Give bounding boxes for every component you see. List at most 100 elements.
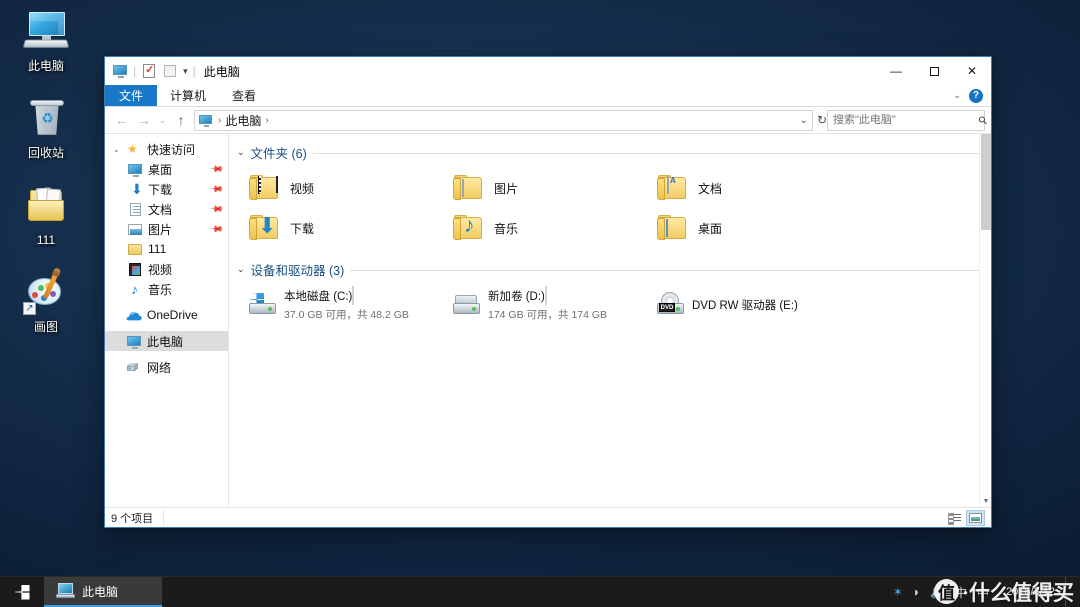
volume-icon[interactable]: 🔊 [930,585,945,599]
sidebar-item-music[interactable]: ♪ 音乐 [105,279,228,299]
system-tray[interactable]: ✶ ◗ 🔊 中 中 2016/3/12 [893,577,1080,607]
group-header-folders[interactable]: ⌄ 文件夹 (6) [229,134,991,162]
ime-chinese-icon[interactable]: 中 [955,584,967,601]
qat-divider: | [133,64,136,78]
tab-computer[interactable]: 计算机 [157,85,219,106]
breadcrumb-this-pc[interactable]: 此电脑 [225,112,261,129]
ime-mode-icon[interactable]: 中 [977,584,989,601]
forward-button[interactable]: → [133,109,155,131]
breadcrumb-separator[interactable]: › [265,115,268,126]
breadcrumb[interactable]: › 此电脑 › ⌄ [194,110,813,131]
list-item[interactable]: DVD DVD RW 驱动器 (E:) [651,283,855,327]
desktop-icon-recycle-bin[interactable]: ♻ 回收站 [0,91,92,164]
bluetooth-icon[interactable]: ✶ [893,585,903,599]
details-view-icon[interactable] [945,510,964,526]
window-titlebar[interactable]: | ▾ | 此电脑 — ✕ [105,57,991,85]
downloads-folder-icon: ⬇ [249,214,281,242]
help-icon[interactable]: ? [969,89,983,103]
sidebar-item-111[interactable]: 111 [105,239,228,259]
drive-name: 本地磁盘 (C:) [284,291,352,303]
pin-icon: 📌 [209,181,225,197]
list-item[interactable]: ♪ 音乐 [447,208,651,248]
drive-name: 新加卷 (D:) [488,291,545,303]
status-bar: 9 个项目 [105,507,991,527]
minimize-button[interactable]: — [877,57,915,85]
taskbar-item-this-pc[interactable]: 此电脑 [44,577,162,607]
address-bar-row[interactable]: ← → ⌄ ↑ › 此电脑 › ⌄ ↻ ⚲ [105,107,991,133]
sidebar-item-this-pc[interactable]: 此电脑 [105,331,228,351]
content-scrollbar[interactable]: ▲ ▼ [979,134,991,507]
list-item[interactable]: 图片 [447,168,651,208]
search-input[interactable] [833,114,975,126]
group-title: 文件夹 (6) [251,143,307,162]
ribbon-tabs[interactable]: 文件 计算机 查看 ⌄ ? [105,85,991,107]
chevron-down-icon[interactable]: ⌄ [237,147,245,158]
divider [313,153,979,154]
sidebar-item-downloads[interactable]: ⬇ 下载 📌 [105,179,228,199]
dvd-label: DVD [659,303,675,312]
group-header-drives[interactable]: ⌄ 设备和驱动器 (3) [229,248,991,279]
tab-view[interactable]: 查看 [219,85,269,106]
sidebar-item-desktop[interactable]: 桌面 📌 [105,159,228,179]
sidebar-item-pictures[interactable]: 图片 📌 [105,219,228,239]
network-icon [126,360,142,375]
desktop-icon-paint[interactable]: ↗ 画图 [0,265,92,338]
maximize-button[interactable] [915,57,953,85]
refresh-button[interactable]: ↻ [817,113,827,127]
recent-locations-button[interactable]: ⌄ [155,109,170,131]
item-count: 9 个项目 [111,510,164,526]
list-item-label: 桌面 [698,220,722,237]
sidebar-item-quick-access[interactable]: ⌄ ★ 快速访问 [105,139,228,159]
list-item[interactable]: ⬇ 下载 [243,208,447,248]
sidebar-item-videos[interactable]: 视频 [105,259,228,279]
new-folder-icon[interactable] [162,63,178,79]
sidebar-item-documents[interactable]: 文档 📌 [105,199,228,219]
documents-icon [127,202,143,217]
tab-file[interactable]: 文件 [105,85,157,106]
list-item[interactable]: 视频 [243,168,447,208]
content-pane[interactable]: ⌄ 文件夹 (6) 视频 [229,134,991,507]
chevron-down-icon[interactable]: ⌄ [237,264,245,275]
file-explorer-window[interactable]: | ▾ | 此电脑 — ✕ 文件 计算机 查看 ⌄ ? [104,56,992,528]
dvd-drive-icon: DVD [655,292,685,318]
chevron-down-icon[interactable]: ⌄ [953,90,961,101]
show-desktop-button[interactable] [1065,577,1072,607]
up-button[interactable]: ↑ [170,109,192,131]
desktop-icon-this-pc[interactable]: 此电脑 [0,4,92,77]
desktop-icon-folder-111[interactable]: 111 [0,178,92,251]
taskbar[interactable]: 此电脑 ✶ ◗ 🔊 中 中 2016/3/12 [0,576,1080,607]
list-item-label: 下载 [290,220,314,237]
desktop-icon [127,162,143,177]
address-dropdown-icon[interactable]: ⌄ [800,115,808,126]
customize-qat-caret-icon[interactable]: ▾ [183,66,188,77]
list-item[interactable]: 桌面 [651,208,855,248]
hard-drive-icon [451,292,481,318]
navigation-pane[interactable]: ⌄ ★ 快速访问 桌面 📌 ⬇ 下载 📌 文档 📌 [105,134,229,507]
monitor-icon[interactable] [112,63,128,79]
large-icons-view-icon[interactable] [966,510,985,526]
sidebar-item-onedrive[interactable]: OneDrive [105,305,228,325]
list-item-label: 视频 [290,180,314,197]
view-toggle-group[interactable] [945,510,985,526]
properties-icon[interactable] [141,63,157,79]
close-button[interactable]: ✕ [953,57,991,85]
sidebar-item-network[interactable]: 网络 [105,357,228,377]
list-item[interactable]: 本地磁盘 (C:) 37.0 GB 可用，共 48.2 GB [243,283,447,327]
qat-divider: | [193,64,196,78]
drive-name: DVD RW 驱动器 (E:) [692,297,798,313]
list-item[interactable]: 文档 [651,168,855,208]
search-box[interactable]: ⚲ [827,110,985,131]
list-item[interactable]: 新加卷 (D:) 174 GB 可用，共 174 GB [447,283,651,327]
scroll-down-icon[interactable]: ▼ [980,495,991,507]
quick-access-toolbar[interactable]: | ▾ | [112,63,196,79]
back-button[interactable]: ← [111,109,133,131]
desktop[interactable]: 此电脑 ♻ 回收站 111 [0,0,1080,607]
scrollbar-thumb[interactable] [981,134,991,230]
window-controls[interactable]: — ✕ [877,57,991,85]
pin-icon: 📌 [209,201,225,217]
start-button[interactable] [0,577,44,607]
clock[interactable]: 2016/3/12 [999,586,1055,599]
chevron-down-icon[interactable]: ⌄ [113,145,121,154]
search-icon[interactable]: ⚲ [976,113,991,128]
wifi-icon[interactable]: ◗ [913,585,920,599]
